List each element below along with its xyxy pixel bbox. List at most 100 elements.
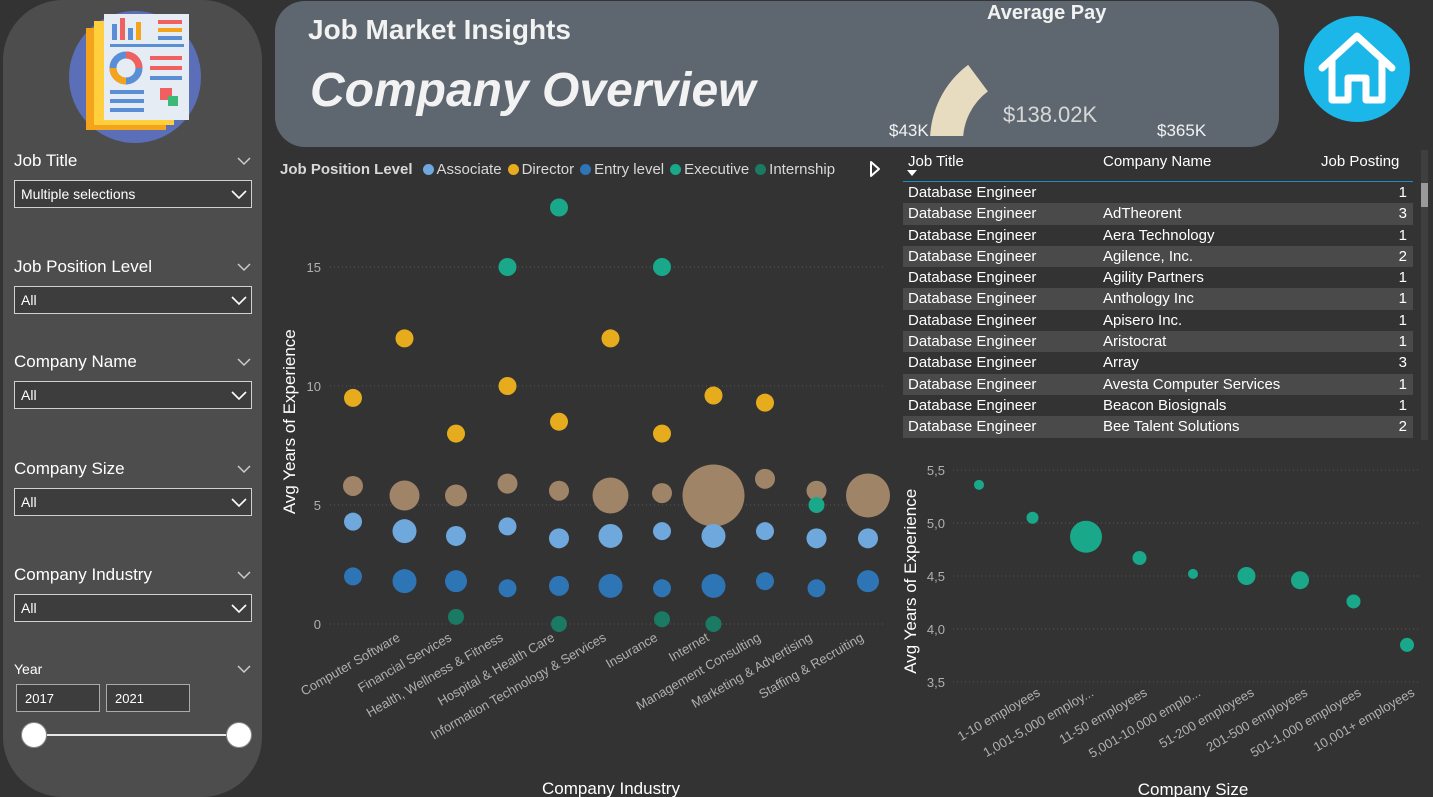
data-point-aggregate[interactable]	[846, 473, 890, 518]
data-point-entry-level[interactable]	[653, 579, 671, 598]
legend-item-internship[interactable]: Internship	[755, 161, 835, 178]
data-point-director[interactable]	[550, 412, 568, 431]
data-point-entry-level[interactable]	[857, 570, 879, 593]
data-point-aggregate[interactable]	[343, 475, 363, 496]
data-point-associate[interactable]	[598, 523, 623, 548]
data-point-aggregate[interactable]	[652, 483, 672, 504]
column-header-job-posting[interactable]: Job Posting	[1321, 153, 1399, 170]
table-row[interactable]: Database Engineer Bee Talent Solutions 2	[903, 416, 1413, 438]
data-point-aggregate[interactable]	[497, 473, 518, 494]
data-point-entry-level[interactable]	[549, 575, 569, 596]
company-industry-dropdown[interactable]: All	[14, 594, 252, 622]
chevron-down-icon[interactable]	[236, 461, 252, 477]
data-point-internship[interactable]	[705, 616, 722, 632]
data-point-executive[interactable]	[653, 258, 671, 276]
chevron-down-icon[interactable]	[236, 354, 252, 370]
data-point-entry-level[interactable]	[701, 573, 726, 598]
data-point-director[interactable]	[653, 424, 671, 443]
year-to-input[interactable]: 2021	[106, 684, 190, 712]
data-point-director[interactable]	[344, 388, 362, 407]
data-point-associate[interactable]	[806, 528, 827, 549]
home-button[interactable]	[1304, 16, 1410, 122]
data-point-associate[interactable]	[549, 528, 569, 549]
chevron-down-icon[interactable]	[236, 259, 252, 275]
data-point-internship[interactable]	[654, 611, 670, 628]
year-from-input[interactable]: 2017	[16, 684, 100, 712]
data-point-executive[interactable]	[550, 198, 568, 217]
data-point-aggregate[interactable]	[389, 480, 420, 511]
data-point-director[interactable]	[601, 329, 620, 348]
legend-item-entry-level[interactable]: Entry level	[580, 161, 664, 178]
company-size-dropdown[interactable]: All	[14, 488, 252, 516]
data-point-associate[interactable]	[498, 517, 517, 536]
chevron-down-icon[interactable]	[236, 661, 252, 677]
data-point-internship[interactable]	[551, 616, 567, 632]
data-point[interactable]	[1132, 550, 1147, 565]
table-row[interactable]: Database Engineer Apisero Inc. 1	[903, 310, 1413, 331]
chevron-down-icon[interactable]	[236, 567, 252, 583]
job-title-dropdown[interactable]: Multiple selections	[14, 180, 252, 208]
data-point-internship[interactable]	[448, 608, 464, 625]
y-tick-label: 5,0	[927, 516, 945, 531]
data-point-executive[interactable]	[498, 258, 517, 276]
column-header-company-name[interactable]: Company Name	[1103, 153, 1211, 170]
legend-item-director[interactable]: Director	[507, 161, 574, 178]
table-row[interactable]: Database Engineer Beacon Biosignals 1	[903, 395, 1413, 416]
legend-next-arrow-icon[interactable]	[868, 160, 882, 178]
data-point-entry-level[interactable]	[807, 579, 826, 598]
data-point[interactable]	[1291, 571, 1309, 590]
data-point-entry-level[interactable]	[498, 579, 517, 598]
sort-descending-icon[interactable]	[907, 170, 917, 177]
data-point-aggregate[interactable]	[682, 464, 745, 527]
data-point[interactable]	[1070, 520, 1102, 553]
data-point-entry-level[interactable]	[756, 572, 774, 591]
data-point-director[interactable]	[756, 393, 774, 412]
data-point-associate[interactable]	[756, 522, 774, 541]
table-row[interactable]: Database Engineer Agilence, Inc. 2	[903, 245, 1413, 268]
data-point-entry-level[interactable]	[445, 570, 467, 593]
data-point-aggregate[interactable]	[445, 484, 467, 507]
data-point-director[interactable]	[447, 424, 465, 443]
data-point-aggregate[interactable]	[592, 477, 629, 514]
legend-item-associate[interactable]: Associate	[422, 161, 502, 178]
legend-item-executive[interactable]: Executive	[670, 161, 749, 178]
data-point-entry-level[interactable]	[344, 567, 362, 586]
table-row[interactable]: Database Engineer Agility Partners 1	[903, 267, 1413, 288]
job-position-level-dropdown[interactable]: All	[14, 286, 252, 314]
year-slider-track[interactable]	[34, 734, 239, 736]
data-point-entry-level[interactable]	[392, 569, 417, 594]
company-name-dropdown[interactable]: All	[14, 381, 252, 409]
table-row[interactable]: Database Engineer Anthology Inc 1	[903, 288, 1413, 310]
table-cell-job-title: Database Engineer	[908, 311, 1037, 329]
table-row[interactable]: Database Engineer Array 3	[903, 352, 1413, 373]
data-point-associate[interactable]	[653, 522, 671, 541]
data-point-director[interactable]	[498, 377, 517, 395]
data-point-associate[interactable]	[344, 512, 362, 531]
data-point-director[interactable]	[704, 386, 723, 405]
data-point-aggregate[interactable]	[755, 468, 775, 489]
year-slider-end-handle[interactable]	[226, 722, 252, 748]
data-point-executive[interactable]	[808, 497, 825, 513]
column-header-job-title[interactable]: Job Title	[908, 153, 964, 170]
data-point-associate[interactable]	[446, 525, 466, 546]
data-point-associate[interactable]	[392, 519, 417, 544]
data-point[interactable]	[974, 479, 984, 490]
data-point[interactable]	[1346, 594, 1361, 609]
table-row[interactable]: Database Engineer Avesta Computer Service…	[903, 373, 1413, 395]
table-row[interactable]: Database Engineer 1	[903, 182, 1413, 203]
data-point-entry-level[interactable]	[598, 573, 623, 598]
table-row[interactable]: Database Engineer AdTheorent 3	[903, 203, 1413, 225]
chevron-down-icon[interactable]	[236, 153, 252, 169]
data-point[interactable]	[1026, 511, 1039, 524]
data-point-associate[interactable]	[858, 528, 878, 549]
data-point-aggregate[interactable]	[549, 480, 569, 501]
data-point[interactable]	[1188, 568, 1198, 579]
data-point-associate[interactable]	[701, 523, 726, 548]
data-point-director[interactable]	[395, 329, 414, 348]
year-slider-start-handle[interactable]	[21, 722, 47, 748]
data-point[interactable]	[1400, 637, 1414, 652]
table-row[interactable]: Database Engineer Aera Technology 1	[903, 225, 1413, 246]
data-point[interactable]	[1237, 567, 1256, 585]
table-row[interactable]: Database Engineer Aristocrat 1	[903, 331, 1413, 353]
table-scrollbar-thumb[interactable]	[1421, 183, 1428, 207]
